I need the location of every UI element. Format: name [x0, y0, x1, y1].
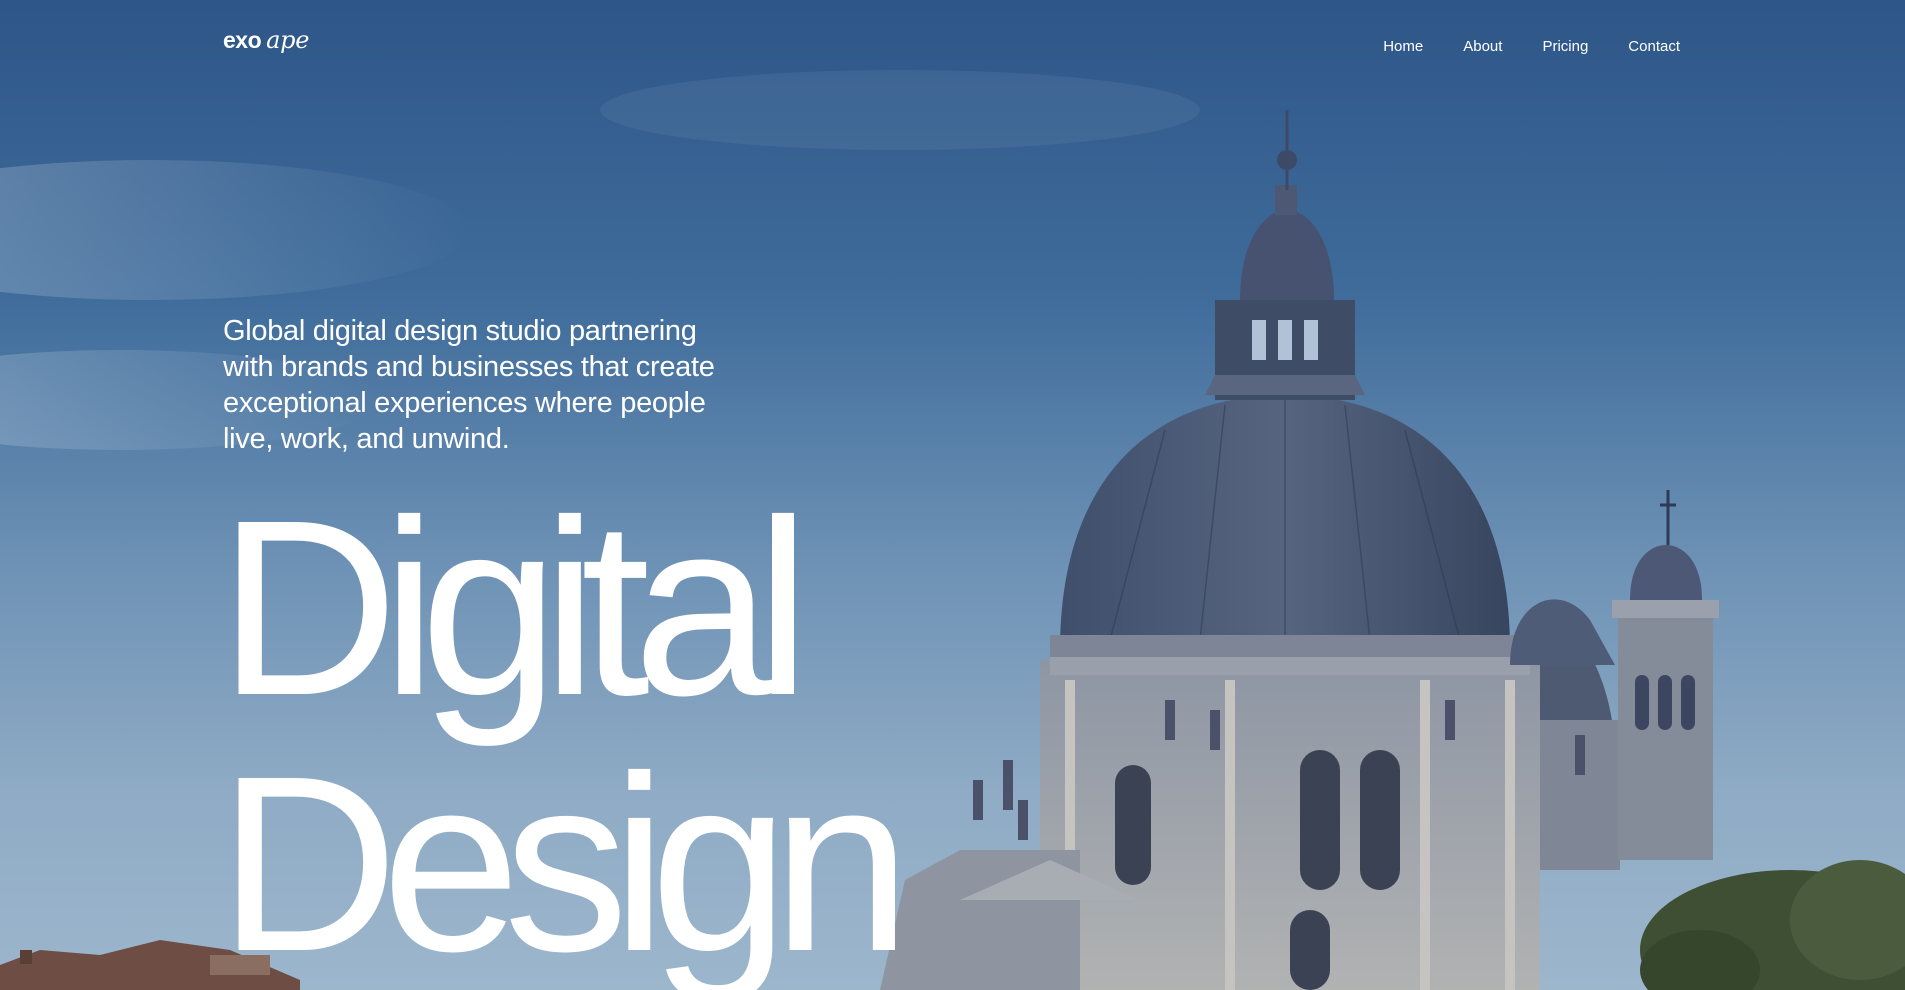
nav-link-pricing[interactable]: Pricing [1542, 38, 1588, 55]
nav-link-about[interactable]: About [1463, 38, 1502, 55]
nav-link-contact[interactable]: Contact [1628, 38, 1680, 55]
logo-wordmark-secondary: ape [266, 26, 310, 54]
hero-headline-line-2: Design [218, 724, 911, 990]
hero-headline-line-1: Digital [218, 468, 811, 747]
hero-section: exo ape Home About Pricing Contact Globa… [0, 0, 1905, 990]
top-navbar: exo ape Home About Pricing Contact [0, 0, 1905, 100]
brand-logo[interactable]: exo ape [223, 26, 309, 54]
main-nav: Home About Pricing Contact [1383, 38, 1680, 55]
hero-headline: Digital Design [218, 468, 911, 990]
logo-wordmark-primary: exo [223, 27, 262, 53]
nav-link-home[interactable]: Home [1383, 38, 1423, 55]
hero-tagline: Global digital design studio partnering … [223, 315, 715, 455]
